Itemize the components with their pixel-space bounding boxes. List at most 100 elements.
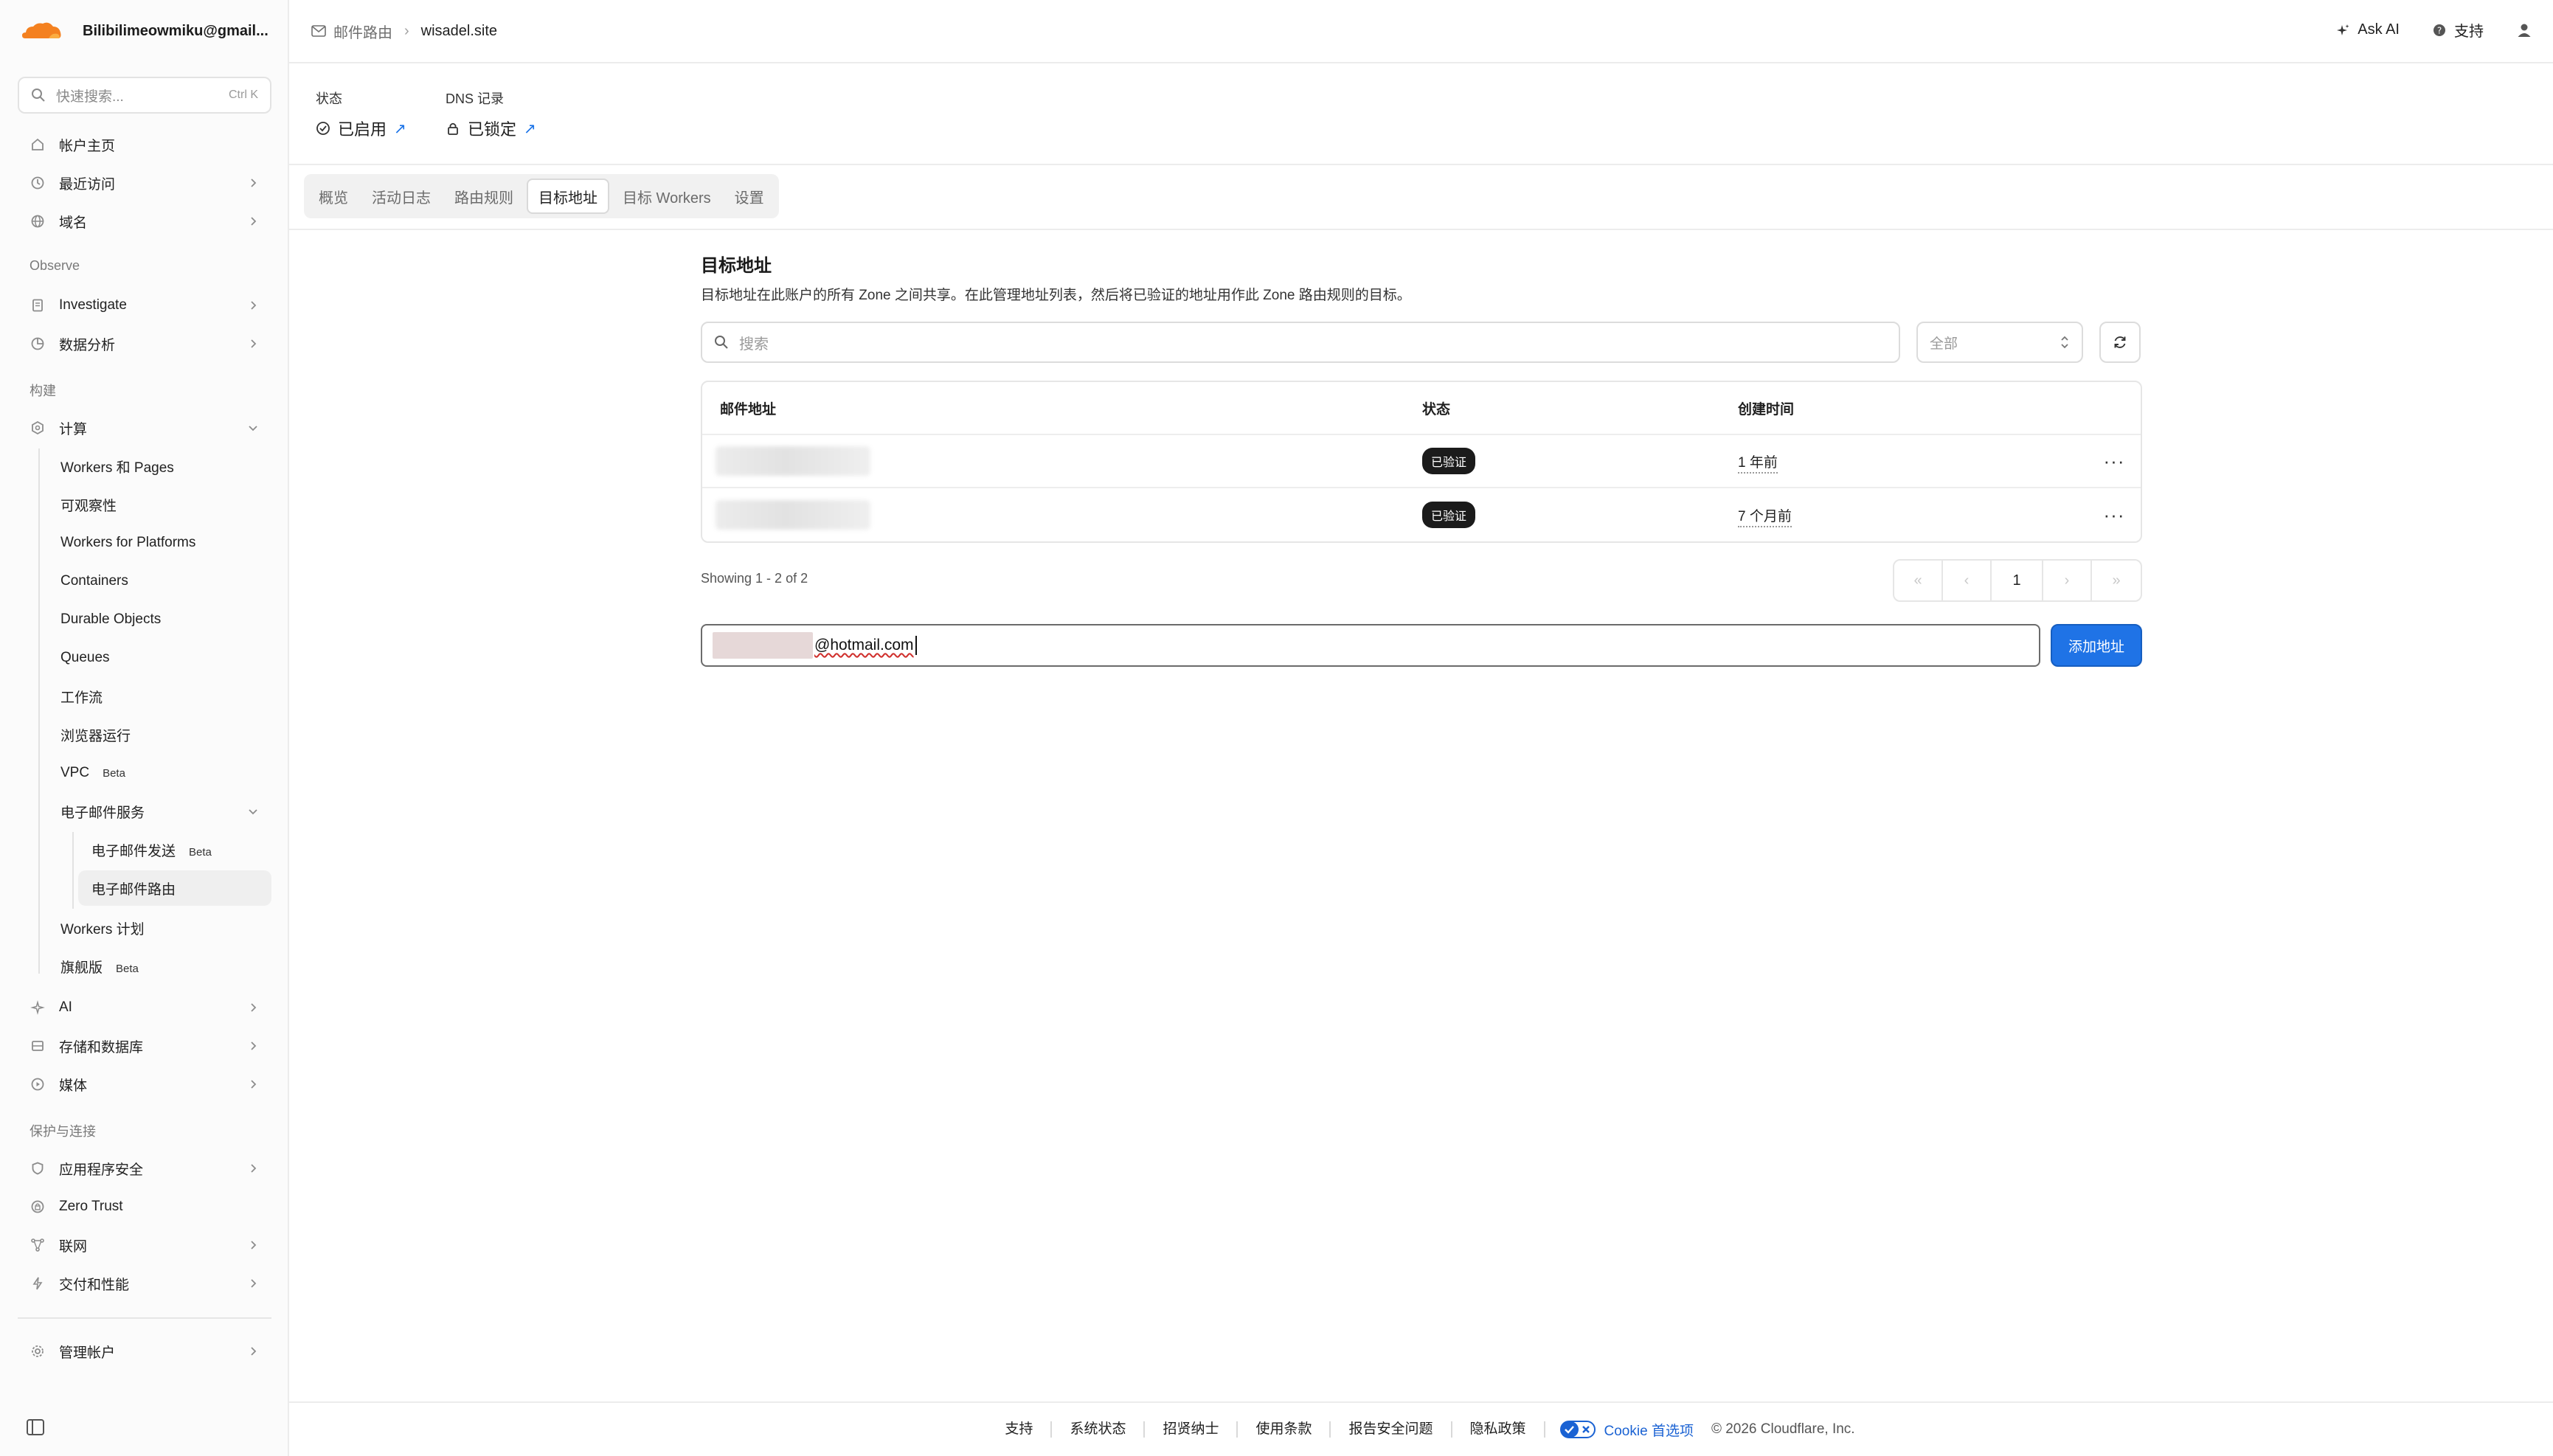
sidebar-item-label: 管理帐户 — [59, 1345, 116, 1361]
page-description: 目标地址在此账户的所有 Zone 之间共享。在此管理地址列表，然后将已验证的地址… — [701, 288, 1411, 303]
sidebar-item-email-routing[interactable]: 电子邮件路由 — [78, 870, 271, 906]
chevron-down-icon — [249, 809, 257, 815]
routing-status: 状态 已启用 ↗ — [316, 89, 406, 140]
support-button[interactable]: ? 支持 — [2432, 19, 2484, 41]
privacy-toggle-icon — [1559, 1421, 1596, 1438]
ask-ai-button[interactable]: Ask AI — [2335, 21, 2400, 38]
status-filter-select[interactable]: 全部 — [1916, 322, 2083, 363]
tab-routing-rules[interactable]: 路由规则 — [444, 178, 524, 214]
first-page-button[interactable]: « — [1894, 561, 1943, 600]
sidebar-item-label: 电子邮件服务 — [60, 805, 145, 821]
new-address-value: @hotmail.com — [814, 637, 914, 654]
address-search-input[interactable]: 搜索 — [701, 322, 1900, 363]
sidebar-item-durable-objects[interactable]: Durable Objects — [44, 602, 271, 637]
sidebar-item-label: 域名 — [59, 215, 88, 231]
footer-link-report-security[interactable]: 报告安全问题 — [1331, 1421, 1452, 1438]
new-address-input[interactable]: @hotmail.com — [701, 624, 2040, 667]
last-page-button[interactable]: » — [2092, 561, 2141, 600]
sidebar-item-networking[interactable]: 联网 — [18, 1227, 271, 1263]
sidebar-item-recent[interactable]: 最近访问 — [18, 165, 271, 201]
footer-link-terms[interactable]: 使用条款 — [1238, 1421, 1331, 1438]
row-actions-button[interactable]: ··· — [2104, 451, 2125, 471]
sidebar-item-zero-trust[interactable]: Zero Trust — [18, 1189, 271, 1224]
footer-link-status[interactable]: 系统状态 — [1052, 1421, 1146, 1438]
chevron-right-icon — [251, 217, 257, 226]
status-filter-value: 全部 — [1930, 336, 1958, 352]
chevron-updown-icon — [2061, 336, 2068, 349]
chevron-right-icon — [251, 1003, 257, 1012]
sidebar-item-media[interactable]: 媒体 — [18, 1067, 271, 1102]
sidebar-item-manage-account[interactable]: 管理帐户 — [18, 1334, 271, 1369]
globe-icon — [30, 213, 46, 229]
chevron-right-icon — [251, 1347, 257, 1356]
sidebar-search-input[interactable]: 快速搜索... Ctrl K — [18, 77, 271, 114]
current-page[interactable]: 1 — [1992, 561, 2043, 600]
routing-status-value[interactable]: 已启用 ↗ — [316, 117, 406, 140]
sidebar-item-flagship[interactable]: 旗舰版 Beta — [44, 949, 271, 984]
search-icon — [715, 336, 728, 349]
mail-icon — [311, 25, 326, 37]
breadcrumb-email-routing[interactable]: 邮件路由 — [311, 21, 392, 42]
add-address-row: @hotmail.com 添加地址 — [701, 624, 2142, 667]
sidebar-item-observability[interactable]: 可观察性 — [44, 487, 271, 522]
prev-page-button[interactable]: ‹ — [1943, 561, 1992, 600]
sidebar-item-label: 存储和数据库 — [59, 1039, 144, 1055]
user-menu-button[interactable] — [2516, 22, 2532, 38]
document-search-icon — [30, 297, 46, 313]
sidebar-item-label: Zero Trust — [59, 1199, 123, 1214]
next-page-button[interactable]: › — [2043, 561, 2092, 600]
sidebar-item-label: 可观察性 — [60, 498, 117, 514]
footer-link-support[interactable]: 支持 — [987, 1421, 1053, 1438]
tab-activity-log[interactable]: 活动日志 — [361, 178, 441, 214]
sidebar-item-workers-pages[interactable]: Workers 和 Pages — [44, 448, 271, 484]
tab-destination-workers[interactable]: 目标 Workers — [612, 178, 721, 214]
dns-status-value[interactable]: 已锁定 ↗ — [446, 117, 536, 140]
refresh-button[interactable] — [2099, 322, 2141, 363]
sidebar: Bilibilimeowmiku@gmail... 快速搜索... Ctrl K… — [0, 0, 289, 1456]
breadcrumb-separator: › — [404, 22, 409, 39]
tab-destination-addresses[interactable]: 目标地址 — [527, 178, 609, 214]
row-actions-button[interactable]: ··· — [2104, 505, 2125, 524]
clock-icon — [30, 175, 46, 191]
sidebar-item-workflows[interactable]: 工作流 — [44, 679, 271, 714]
copyright: © 2026 Cloudflare, Inc. — [1711, 1421, 1855, 1437]
add-address-button[interactable]: 添加地址 — [2051, 624, 2142, 667]
redacted-text — [713, 632, 813, 659]
sidebar-item-analytics[interactable]: 数据分析 — [18, 326, 271, 361]
col-created[interactable]: 创建时间 — [1733, 398, 2088, 418]
tab-list: 概览 活动日志 路由规则 目标地址 目标 Workers 设置 — [304, 174, 779, 218]
col-status[interactable]: 状态 — [1418, 398, 1733, 418]
sidebar-item-browser-rendering[interactable]: 浏览器运行 — [44, 717, 271, 752]
sidebar-section-build: 构建 — [30, 384, 56, 398]
home-icon — [30, 136, 46, 153]
tabs-bar: 概览 活动日志 路由规则 目标地址 目标 Workers 设置 — [289, 165, 2553, 230]
account-switcher[interactable]: Bilibilimeowmiku@gmail... — [19, 16, 269, 46]
sidebar-item-storage[interactable]: 存储和数据库 — [18, 1028, 271, 1064]
sidebar-item-queues[interactable]: Queues — [44, 640, 271, 676]
sidebar-item-workers-platforms[interactable]: Workers for Platforms — [44, 525, 271, 561]
sidebar-item-vpc[interactable]: VPC Beta — [44, 755, 271, 791]
sidebar-item-ai[interactable]: AI — [18, 990, 271, 1025]
sidebar-item-email-service[interactable]: 电子邮件服务 — [44, 794, 271, 829]
sidebar-item-domains[interactable]: 域名 — [18, 204, 271, 239]
sidebar-item-workers-plans[interactable]: Workers 计划 — [44, 910, 271, 946]
breadcrumb-domain[interactable]: wisadel.site — [421, 23, 497, 40]
footer-link-privacy[interactable]: 隐私政策 — [1452, 1421, 1545, 1438]
sidebar-item-app-security[interactable]: 应用程序安全 — [18, 1151, 271, 1186]
sidebar-item-delivery[interactable]: 交付和性能 — [18, 1266, 271, 1301]
sidebar-item-investigate[interactable]: Investigate — [18, 288, 271, 323]
sidebar-collapse-icon[interactable] — [27, 1419, 44, 1435]
chevron-right-icon — [251, 1041, 257, 1050]
redacted-email — [716, 446, 870, 476]
tab-overview[interactable]: 概览 — [308, 178, 358, 214]
cookie-preferences-link[interactable]: Cookie 首选项 — [1545, 1420, 1708, 1440]
sidebar-item-email-sending[interactable]: 电子邮件发送 Beta — [78, 832, 271, 867]
sidebar-item-account-home[interactable]: 帐户主页 — [18, 127, 271, 162]
col-email[interactable]: 邮件地址 — [702, 398, 1418, 418]
footer-link-careers[interactable]: 招贤纳士 — [1145, 1421, 1239, 1438]
cloudflare-logo — [22, 22, 61, 38]
sidebar-item-compute[interactable]: 计算 — [18, 410, 271, 446]
sidebar-item-containers[interactable]: Containers — [44, 564, 271, 599]
cookie-preferences-label: Cookie 首选项 — [1604, 1423, 1694, 1439]
tab-settings[interactable]: 设置 — [724, 178, 775, 214]
